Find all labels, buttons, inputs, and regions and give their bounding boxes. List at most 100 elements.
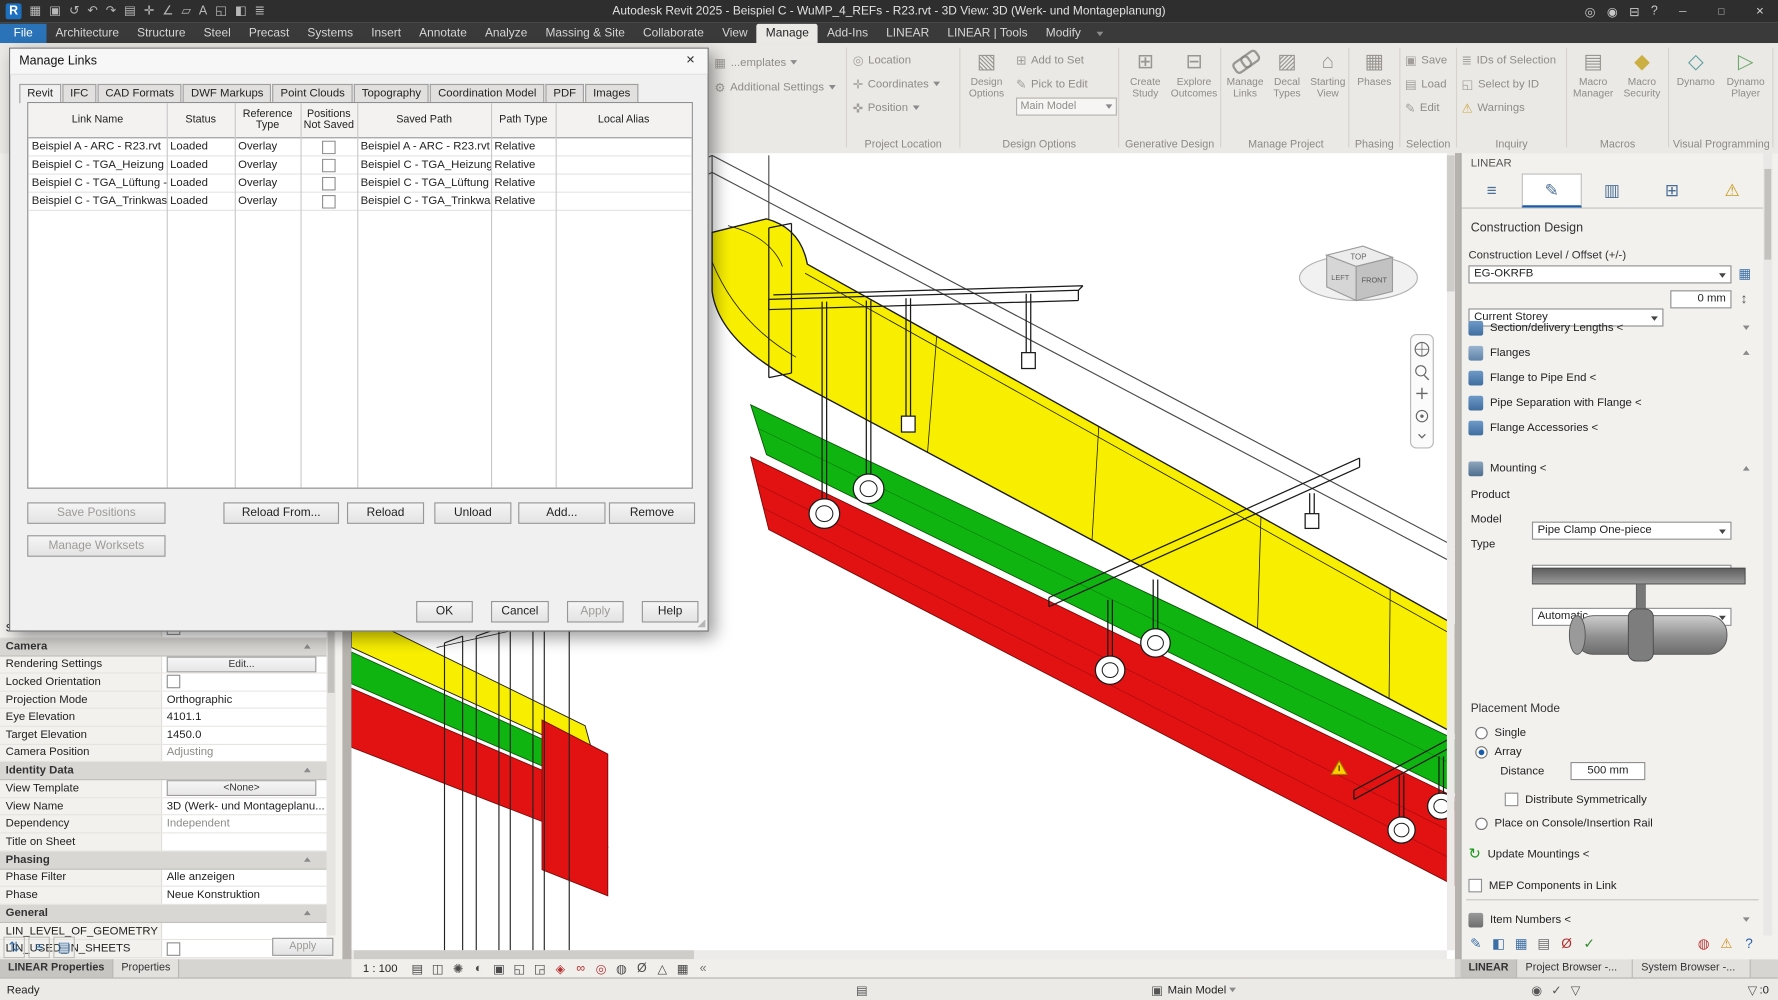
reveal-hidden-icon[interactable]: ◎	[594, 961, 609, 976]
save-icon[interactable]: ▣	[49, 0, 61, 23]
edit-rendering-button[interactable]: Edit...	[167, 656, 317, 672]
dialog-tab-ifc[interactable]: IFC	[62, 84, 96, 102]
selection-edit-button[interactable]: ✎ Edit	[1405, 98, 1440, 118]
viewcube-front-label[interactable]: FRONT	[1362, 275, 1388, 284]
manage-links-button[interactable]: Manage Links	[1225, 48, 1266, 100]
tab-manage[interactable]: Manage	[757, 24, 818, 43]
panel-label[interactable]: Phasing	[1351, 138, 1399, 150]
tab-view[interactable]: View	[713, 24, 757, 43]
default-3d-view-icon[interactable]: ◱	[215, 0, 227, 23]
thin-lines-icon[interactable]: ≣	[255, 0, 265, 23]
positions-not-saved-checkbox[interactable]	[322, 158, 336, 172]
filter-icon[interactable]: ▽	[1571, 983, 1581, 998]
save-positions-button[interactable]: Save Positions	[27, 502, 165, 524]
visual-style-icon[interactable]: ◫	[430, 961, 445, 976]
report-icon[interactable]: ◍	[1694, 934, 1713, 953]
properties-apply-button[interactable]: Apply	[272, 938, 333, 956]
pick-to-edit-button[interactable]: ✎ Pick to Edit	[1016, 74, 1088, 94]
dialog-titlebar[interactable]: Manage Links ✕	[10, 49, 707, 75]
worksharing-display-icon[interactable]: ▦	[675, 961, 690, 976]
cart-icon[interactable]: ⊟	[1629, 4, 1639, 19]
show-crop-region-icon[interactable]: ◱	[512, 961, 527, 976]
panel-label[interactable]: Macros	[1568, 138, 1667, 150]
panel-label[interactable]: Design Options	[962, 138, 1117, 150]
tab-collaborate[interactable]: Collaborate	[634, 24, 713, 43]
prop-header-general[interactable]: General	[0, 905, 327, 923]
tab-add-ins[interactable]: Add-Ins	[818, 24, 877, 43]
dynamo-player-button[interactable]: ▷ Dynamo Player	[1721, 48, 1770, 100]
confirm-icon[interactable]: ✓	[1580, 934, 1599, 953]
coordinates-button[interactable]: ✛ Coordinates	[853, 74, 940, 94]
tab-project-browser[interactable]: Project Browser -...	[1518, 959, 1634, 977]
help-tool-icon[interactable]: ?	[1739, 934, 1758, 953]
starting-view-button[interactable]: ⌂ Starting View	[1307, 48, 1348, 100]
columns-icon[interactable]: ▥	[1582, 173, 1642, 207]
flange-to-pipe-end-button[interactable]: Flange to Pipe End <	[1468, 366, 1754, 389]
warnings-tab-icon[interactable]: ⚠	[1702, 173, 1762, 207]
design-options-button[interactable]: ▧ Design Options	[964, 48, 1009, 100]
revit-logo[interactable]: R	[6, 3, 22, 19]
text-note-icon[interactable]: A	[199, 0, 207, 23]
table-row[interactable]: Beispiel C - TGA_Heizung -Loaded Overlay…	[28, 156, 691, 174]
tab-file[interactable]: File	[0, 24, 46, 43]
viewcube-top-label[interactable]: TOP	[1350, 253, 1366, 262]
selection-load-button[interactable]: ▤ Load	[1405, 74, 1447, 94]
panel-label[interactable]: Visual Programming	[1670, 138, 1772, 150]
view-scale-button[interactable]: 1 : 100	[363, 962, 404, 974]
product-dropdown[interactable]: Pipe Clamp One-piece	[1532, 522, 1732, 540]
properties-scrollbar[interactable]	[327, 620, 336, 935]
design-options-status-icon[interactable]: ▣	[1151, 983, 1163, 998]
minimize-button[interactable]: ─	[1669, 6, 1696, 17]
help-button[interactable]: Help	[642, 601, 699, 623]
editable-only-icon[interactable]: ◉	[1531, 983, 1542, 998]
tab-annotate[interactable]: Annotate	[410, 24, 476, 43]
tab-system-browser[interactable]: System Browser -...	[1633, 959, 1751, 977]
warnings-button[interactable]: ⚠ Warnings	[1462, 98, 1525, 118]
offset-input[interactable]: 0 mm	[1670, 290, 1731, 308]
decal-types-button[interactable]: ▨ Decal Types	[1267, 48, 1308, 100]
remove-button[interactable]: Remove	[609, 502, 695, 524]
tab-linear-palette[interactable]: LINEAR	[1461, 959, 1518, 977]
keyboard-shortcut-icon[interactable]: ▤	[856, 983, 868, 998]
apply-button[interactable]: Apply	[567, 601, 624, 623]
construction-level-dropdown[interactable]: EG-OKRFB	[1468, 265, 1731, 283]
tab-properties[interactable]: Properties	[113, 959, 179, 977]
menu-icon[interactable]: ≡	[1462, 173, 1522, 207]
print-icon[interactable]: ▤	[124, 0, 136, 23]
position-button[interactable]: ✜ Position	[853, 98, 920, 118]
locked-orientation-checkbox[interactable]	[167, 675, 181, 689]
mep-components-checkbox[interactable]: MEP Components in Link	[1468, 874, 1754, 897]
templates-button[interactable]: ▦ ...emplates	[714, 52, 797, 72]
tab-linear[interactable]: LINEAR	[877, 24, 938, 43]
analytical-model-icon[interactable]: Ø	[635, 962, 650, 976]
design-option-caret-icon[interactable]	[1230, 988, 1237, 993]
canvas-vscrollbar[interactable]	[1447, 153, 1455, 950]
ok-button[interactable]: OK	[416, 601, 473, 623]
dialog-tab-pdf[interactable]: PDF	[545, 84, 584, 102]
level-picker-icon[interactable]: ▦	[1738, 265, 1751, 281]
resize-grip-icon[interactable]: ◢	[697, 617, 705, 629]
constraints-icon[interactable]: △	[655, 961, 670, 976]
prop-header-camera[interactable]: Camera	[0, 638, 327, 656]
tag-icon[interactable]: ▱	[181, 0, 191, 23]
viewcube-left-label[interactable]: LEFT	[1331, 273, 1349, 282]
item-numbers-button[interactable]: Item Numbers <	[1468, 908, 1754, 931]
prop-header-phasing[interactable]: Phasing	[0, 851, 327, 869]
sun-path-icon[interactable]: ✺	[451, 961, 466, 976]
calculator-icon[interactable]: ⊞	[1642, 173, 1702, 207]
help-icon[interactable]: ?	[1651, 5, 1658, 19]
distribute-symmetrically-checkbox[interactable]: Distribute Symmetrically	[1505, 788, 1778, 811]
add-to-set-button[interactable]: ⊞ Add to Set	[1016, 50, 1084, 70]
reload-from-button[interactable]: Reload From...	[223, 502, 339, 524]
filter-list-icon[interactable]: ▤	[53, 936, 75, 958]
phases-button[interactable]: ▦ Phases	[1354, 48, 1395, 89]
positions-not-saved-checkbox[interactable]	[322, 140, 336, 154]
temporary-view-properties-icon[interactable]: ◍	[614, 961, 629, 976]
navigation-bar[interactable]	[1411, 335, 1434, 448]
section-box-icon[interactable]: ◲	[532, 961, 547, 976]
active-design-option[interactable]: Main Model	[1168, 984, 1227, 996]
positions-not-saved-checkbox[interactable]	[322, 194, 336, 208]
tab-steel[interactable]: Steel	[195, 24, 240, 43]
placement-array-radio[interactable]: Array	[1475, 740, 1761, 763]
undo-icon[interactable]: ↶	[87, 0, 97, 23]
